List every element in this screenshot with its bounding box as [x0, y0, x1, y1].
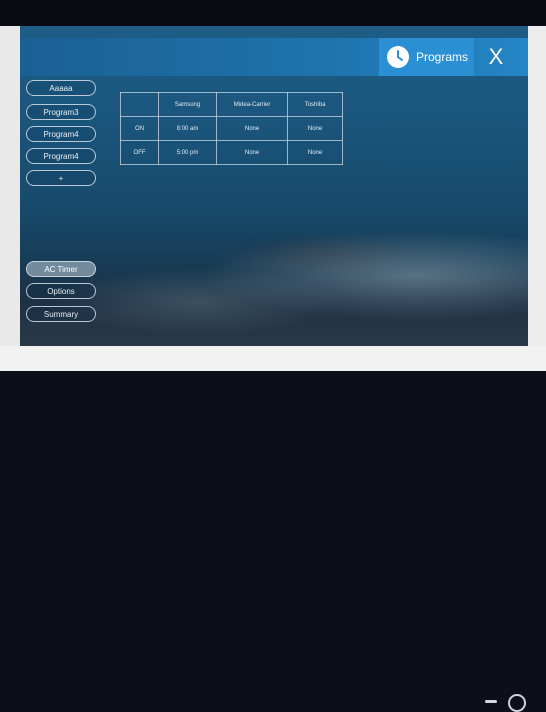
cell-off-toshiba[interactable]: None	[287, 140, 343, 165]
table-header-samsung: Samsung	[158, 92, 217, 117]
ac-timer-button[interactable]: AC Timer	[26, 261, 96, 277]
table-header-row: Samsung Midea-Carrier Toshiba	[119, 92, 343, 117]
cell-off-midea-carrier[interactable]: None	[215, 140, 289, 165]
device-bezel-top	[0, 0, 546, 26]
bottom-indicator	[485, 700, 497, 703]
device-bezel-bottom	[0, 346, 546, 712]
program-button-program4-a[interactable]: Program4	[26, 126, 96, 142]
table-header-toshiba: Toshiba	[287, 92, 343, 117]
clock-icon	[386, 46, 409, 68]
cell-on-samsung[interactable]: 8:00 am	[158, 116, 217, 141]
cell-on-toshiba[interactable]: None	[287, 116, 343, 141]
table-header-midea-carrier: Midea-Carrier	[215, 92, 289, 117]
program-button-program3[interactable]: Program3	[26, 104, 96, 120]
schedule-table: Samsung Midea-Carrier Toshiba ON 8:00 am…	[119, 92, 343, 165]
add-program-button[interactable]: +	[26, 170, 96, 186]
program-button-aaaaa[interactable]: Aaaaa	[26, 80, 96, 96]
options-button[interactable]: Options	[26, 283, 96, 299]
close-icon[interactable]: X	[482, 38, 510, 76]
row-label-on: ON	[119, 116, 160, 141]
app-screen: Programs X Aaaaa Program3 Program4 Progr…	[20, 26, 528, 346]
programs-title: Programs	[378, 38, 474, 76]
page-title: Programs	[415, 50, 468, 64]
program-button-program4-b[interactable]: Program4	[26, 148, 96, 164]
table-row-on: ON 8:00 am None None	[119, 116, 343, 141]
cell-off-samsung[interactable]: 5:00 pm	[158, 140, 217, 165]
device-bezel-right	[528, 26, 546, 346]
home-button-icon[interactable]	[508, 694, 526, 712]
summary-button[interactable]: Summary	[26, 306, 96, 322]
device-bezel-left	[0, 26, 20, 346]
table-row-off: OFF 5:00 pm None None	[119, 140, 343, 165]
top-bar: Programs X	[20, 38, 528, 76]
table-header-cell	[119, 92, 160, 117]
row-label-off: OFF	[119, 140, 160, 165]
cell-on-midea-carrier[interactable]: None	[215, 116, 289, 141]
